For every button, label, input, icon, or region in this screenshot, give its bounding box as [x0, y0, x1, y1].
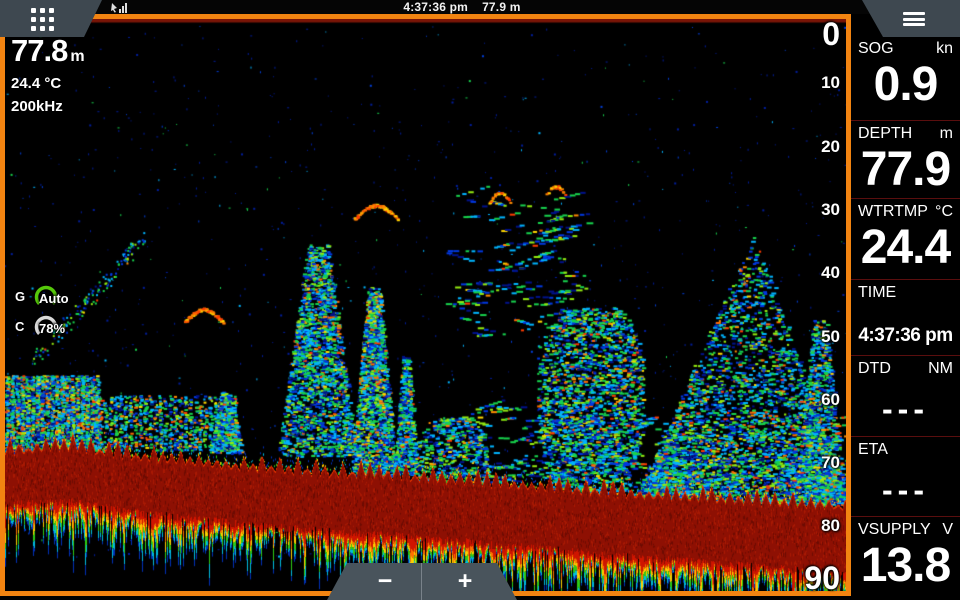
- gain-value: Auto: [39, 291, 69, 306]
- top-status-bar: 4:37:36 pm 77.9 m: [0, 0, 960, 14]
- topbar-time: 4:37:36 pm: [403, 0, 468, 14]
- depth-scale-label-40: 40: [821, 263, 840, 283]
- databox-sog[interactable]: SOG kn 0.9: [851, 36, 960, 120]
- databox-unit: kn: [936, 39, 953, 59]
- databox-label: TIME: [858, 283, 896, 303]
- overlay-depth: 77.8m: [11, 36, 85, 72]
- color-value: 78%: [39, 321, 65, 336]
- overlay-water-temp: 24.4 °C: [11, 72, 85, 95]
- sonar-panel: 77.8m 24.4 °C 200kHz G Auto C 78% 0 10 20 3…: [0, 14, 851, 596]
- databox-dtd[interactable]: DTD NM ---: [851, 355, 960, 436]
- depth-scale-label-60: 60: [821, 390, 840, 410]
- overlay-frequency: 200kHz: [11, 95, 85, 118]
- databox-value: ---: [858, 472, 953, 509]
- databox-value: 24.4: [858, 223, 953, 273]
- databox-wtrtmp[interactable]: WTRTMP °C 24.4: [851, 198, 960, 279]
- zoom-out-button[interactable]: −: [345, 563, 425, 600]
- databox-depth[interactable]: DEPTH m 77.9: [851, 120, 960, 198]
- databox-unit: V: [942, 520, 953, 540]
- databox-label: VSUPPLY: [858, 520, 931, 540]
- databox-unit: m: [940, 124, 953, 144]
- depth-scale-label-30: 30: [821, 200, 840, 220]
- sonar-readouts-overlay: 77.8m 24.4 °C 200kHz: [11, 36, 85, 118]
- chartplotter-screen: 4:37:36 pm 77.9 m 77.8m 24.4 °C 200kHz G …: [0, 0, 960, 600]
- depth-scale-label-10: 10: [821, 73, 840, 93]
- databox-label: DEPTH: [858, 124, 912, 144]
- databox-time[interactable]: TIME 4:37:36 pm: [851, 279, 960, 355]
- databox-value: 13.8: [858, 541, 953, 591]
- databox-vsupply[interactable]: VSUPPLY V 13.8: [851, 516, 960, 600]
- depth-scale: 0102030405060708090: [5, 19, 846, 591]
- databox-value: 4:37:36 pm: [858, 325, 953, 347]
- depth-scale-label-70: 70: [821, 453, 840, 473]
- overlay-depth-unit: m: [70, 48, 84, 65]
- pages-home-button[interactable]: [0, 0, 102, 37]
- depth-scale-label-50: 50: [821, 327, 840, 347]
- hamburger-menu-icon: [903, 12, 925, 26]
- depth-scale-label-80: 80: [821, 516, 840, 536]
- depth-scale-label-90: 90: [804, 559, 840, 597]
- databox-label: ETA: [858, 440, 888, 460]
- topbar-clock-depth: 4:37:36 pm 77.9 m: [320, 0, 604, 14]
- range-zoom-bar: − +: [327, 563, 517, 600]
- satellite-signal-icon: [110, 1, 128, 14]
- databox-unit: NM: [928, 359, 953, 379]
- color-letter: C: [15, 319, 24, 334]
- databox-label: SOG: [858, 39, 894, 59]
- zoom-in-button[interactable]: +: [425, 563, 505, 600]
- instrument-sidebar: SOG kn 0.9 DEPTH m 77.9 WTRTMP °C 24.4 TIME…: [851, 0, 960, 600]
- color-gauge[interactable]: C 78%: [13, 314, 93, 340]
- databox-value: ---: [858, 391, 953, 428]
- gain-letter: G: [15, 289, 25, 304]
- zoom-bar-divider: [421, 563, 422, 600]
- databox-eta[interactable]: ETA ---: [851, 436, 960, 516]
- databox-label: DTD: [858, 359, 891, 379]
- databox-unit: °C: [935, 202, 953, 222]
- depth-scale-label-20: 20: [821, 137, 840, 157]
- apps-grid-icon: [31, 8, 54, 31]
- topbar-depth: 77.9 m: [482, 0, 521, 14]
- databox-value: 0.9: [858, 60, 953, 110]
- databox-label: WTRTMP: [858, 202, 928, 222]
- databox-value: 77.9: [858, 145, 953, 195]
- depth-scale-label-0: 0: [822, 15, 840, 53]
- gain-gauge[interactable]: G Auto: [13, 284, 93, 310]
